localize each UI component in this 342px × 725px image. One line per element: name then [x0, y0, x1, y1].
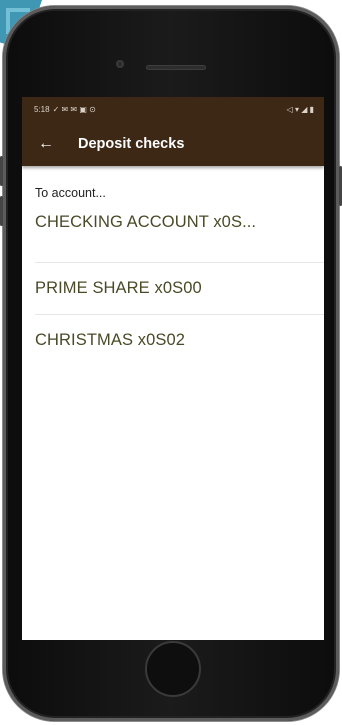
- notification-icons: ✓ ✉ ✉ ▣ ⊙: [52, 104, 96, 114]
- back-arrow-icon[interactable]: ←: [34, 132, 58, 156]
- section-label: To account...: [35, 186, 106, 200]
- volume-button: [0, 196, 3, 226]
- system-icons: ◁ ▾ ◢ ▮: [286, 104, 314, 114]
- volume-button: [0, 156, 3, 186]
- front-camera-icon: [116, 60, 124, 68]
- app-bar: ← Deposit checks: [22, 121, 324, 166]
- content: To account... CHECKING ACCOUNT x0S... PR…: [22, 166, 324, 366]
- status-right: ◁ ▾ ◢ ▮: [287, 105, 314, 114]
- account-list: CHECKING ACCOUNT x0S... PRIME SHARE x0S0…: [35, 210, 324, 366]
- account-item-prime-share[interactable]: PRIME SHARE x0S00: [35, 263, 324, 315]
- status-left: 5:18 ✓ ✉ ✉ ▣ ⊙: [34, 105, 96, 114]
- status-time: 5:18: [34, 104, 50, 114]
- page-title: Deposit checks: [78, 135, 185, 152]
- phone-screen: 5:18 ✓ ✉ ✉ ▣ ⊙ ◁ ▾ ◢ ▮ ← Deposit checks …: [22, 97, 324, 640]
- earpiece-speaker: [146, 65, 206, 70]
- account-item-christmas[interactable]: CHRISTMAS x0S02: [35, 315, 324, 366]
- status-bar: 5:18 ✓ ✉ ✉ ▣ ⊙ ◁ ▾ ◢ ▮: [22, 97, 324, 121]
- home-button-icon[interactable]: [145, 641, 201, 697]
- account-item-checking[interactable]: CHECKING ACCOUNT x0S...: [35, 210, 324, 263]
